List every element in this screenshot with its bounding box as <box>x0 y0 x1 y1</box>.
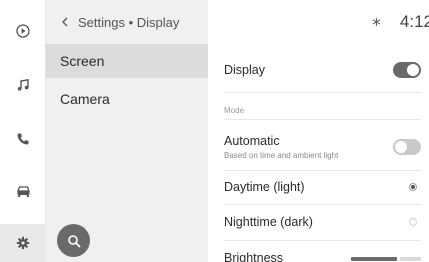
phone-icon <box>17 133 29 145</box>
rail-vehicle-button[interactable] <box>0 172 46 210</box>
nighttime-row[interactable]: Nighttime (dark) <box>224 211 421 233</box>
search-button[interactable] <box>57 224 90 257</box>
divider <box>224 204 421 205</box>
brightness-slider-fill <box>351 257 397 261</box>
settings-menu-panel: Settings • Display Screen Camera <box>46 0 208 262</box>
mode-section-label: Mode <box>224 106 245 115</box>
music-note-icon <box>17 78 29 91</box>
status-bar: ∗ 4:12 <box>371 0 429 44</box>
car-icon <box>16 186 30 197</box>
nighttime-label: Nighttime (dark) <box>224 215 313 229</box>
daytime-row[interactable]: Daytime (light) <box>224 176 421 198</box>
divider <box>224 240 421 241</box>
display-row[interactable]: Display <box>224 58 421 82</box>
divider <box>224 119 421 120</box>
brightness-label: Brightness <box>224 251 284 262</box>
daytime-radio[interactable] <box>409 183 417 191</box>
divider <box>224 170 421 171</box>
brightness-slider-track <box>400 257 421 261</box>
bluetooth-icon: ∗ <box>371 14 382 29</box>
menu-item-label: Screen <box>60 53 105 69</box>
display-label: Display <box>224 63 265 77</box>
rail-music-button[interactable] <box>0 66 46 104</box>
menu-item-camera[interactable]: Camera <box>46 82 208 116</box>
nav-rail <box>0 0 46 262</box>
brightness-slider[interactable] <box>351 257 421 261</box>
divider <box>224 92 421 93</box>
play-circle-icon <box>16 24 30 38</box>
rail-media-button[interactable] <box>0 12 46 50</box>
display-toggle[interactable] <box>393 62 421 78</box>
breadcrumb-text: Settings • Display <box>78 14 180 30</box>
menu-item-label: Camera <box>60 91 110 107</box>
rail-settings-button[interactable] <box>0 224 46 262</box>
display-settings-content: ∗ 4:12 Display Mode Automatic Based on t… <box>208 0 429 262</box>
automatic-toggle[interactable] <box>393 139 421 155</box>
daytime-label: Daytime (light) <box>224 180 305 194</box>
menu-item-screen[interactable]: Screen <box>46 44 208 78</box>
clock: 4:12 <box>399 12 429 31</box>
automatic-sublabel: Based on time and ambient light <box>224 151 339 160</box>
chevron-left-icon <box>62 17 68 27</box>
automatic-row[interactable]: Automatic Based on time and ambient ligh… <box>224 133 421 161</box>
rail-phone-button[interactable] <box>0 120 46 158</box>
gear-icon <box>16 236 30 250</box>
automatic-label: Automatic <box>224 134 280 148</box>
nighttime-radio[interactable] <box>409 218 417 226</box>
search-icon <box>67 234 80 247</box>
breadcrumb[interactable]: Settings • Display <box>46 0 208 44</box>
